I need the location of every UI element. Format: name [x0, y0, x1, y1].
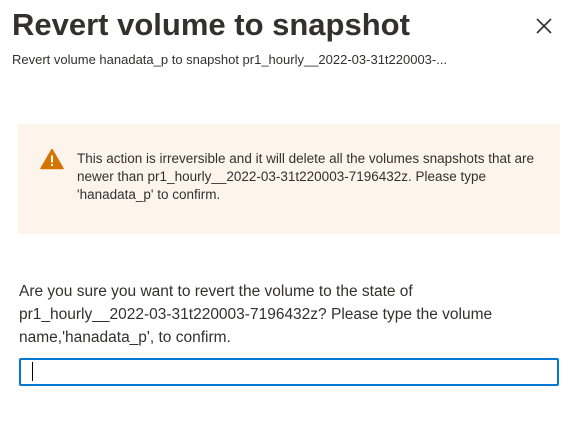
confirmation-prompt: Are you sure you want to revert the volu…	[19, 283, 493, 346]
panel-subtitle: Revert volume hanadata_p to snapshot pr1…	[12, 52, 448, 67]
close-icon	[536, 18, 552, 34]
close-button[interactable]	[530, 12, 558, 40]
warning-text: This action is irreversible and it will …	[77, 151, 534, 202]
warning-message-bar: This action is irreversible and it will …	[18, 124, 560, 234]
warning-icon	[40, 148, 64, 170]
volume-name-confirm-input[interactable]	[19, 358, 559, 386]
text-cursor	[32, 362, 33, 381]
panel-title: Revert volume to snapshot	[12, 7, 410, 42]
revert-snapshot-panel: Revert volume to snapshot Revert volume …	[0, 0, 575, 444]
